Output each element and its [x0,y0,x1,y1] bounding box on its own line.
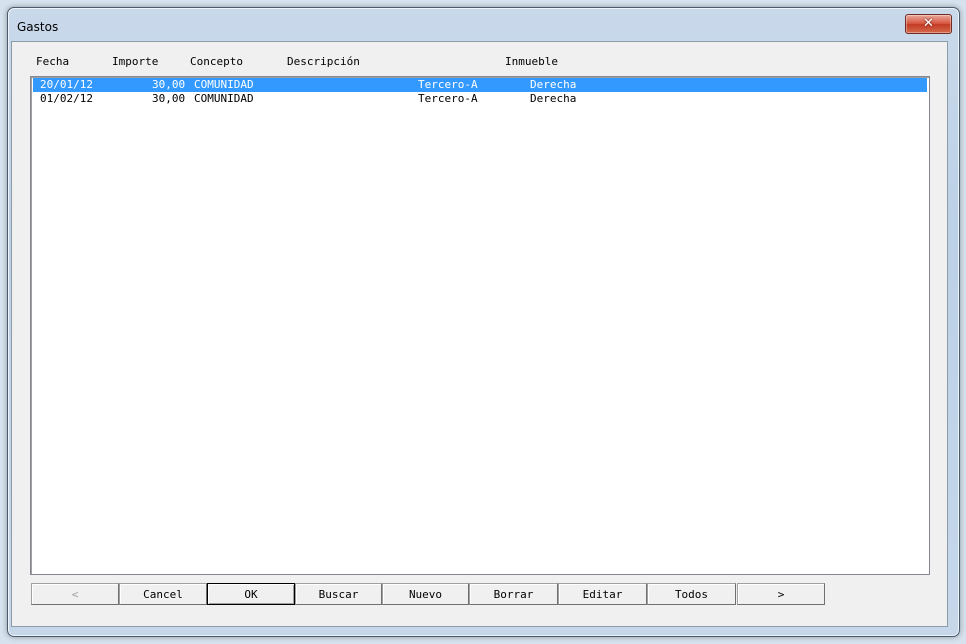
cell-inmueble: Tercero-A [418,78,478,91]
column-headers: Fecha Importe Concepto Descripción Inmue… [12,42,947,72]
cancel-button[interactable]: Cancel [119,583,207,605]
next-button[interactable]: > [737,583,825,605]
gastos-window: Gastos ✕ Fecha Importe Concepto Descripc… [7,7,960,637]
cell-extra: Derecha [530,78,577,91]
window-title: Gastos [17,20,59,34]
cell-extra: Derecha [530,92,577,105]
dialog-client-area: Fecha Importe Concepto Descripción Inmue… [11,41,948,627]
cell-importe: 30,00 [152,78,186,91]
close-icon: ✕ [923,16,934,31]
ok-button[interactable]: OK [207,583,295,605]
borrar-button[interactable]: Borrar [469,583,558,605]
column-header-inmueble: Inmueble [505,55,558,68]
list-item[interactable]: 01/02/12 30,00 COMUNIDAD Tercero-A Derec… [33,92,927,106]
cell-concepto: COMUNIDAD [194,78,254,91]
cell-fecha: 01/02/12 [40,92,93,105]
cell-inmueble: Tercero-A [418,92,478,105]
buscar-button[interactable]: Buscar [295,583,382,605]
editar-button[interactable]: Editar [558,583,647,605]
column-header-importe: Importe [112,55,159,68]
column-header-concepto: Concepto [190,55,243,68]
close-button[interactable]: ✕ [905,14,952,34]
prev-button[interactable]: < [31,583,119,605]
cell-fecha: 20/01/12 [40,78,93,91]
list-item[interactable]: 20/01/12 30,00 COMUNIDAD Tercero-A Derec… [33,78,927,92]
todos-button[interactable]: Todos [647,583,736,605]
column-header-descripcion: Descripción [287,55,360,68]
cell-importe: 30,00 [152,92,186,105]
nuevo-button[interactable]: Nuevo [382,583,469,605]
cell-concepto: COMUNIDAD [194,92,254,105]
column-header-fecha: Fecha [36,55,70,68]
title-bar[interactable]: Gastos ✕ [8,8,959,40]
expenses-list[interactable]: 20/01/12 30,00 COMUNIDAD Tercero-A Derec… [30,76,930,575]
